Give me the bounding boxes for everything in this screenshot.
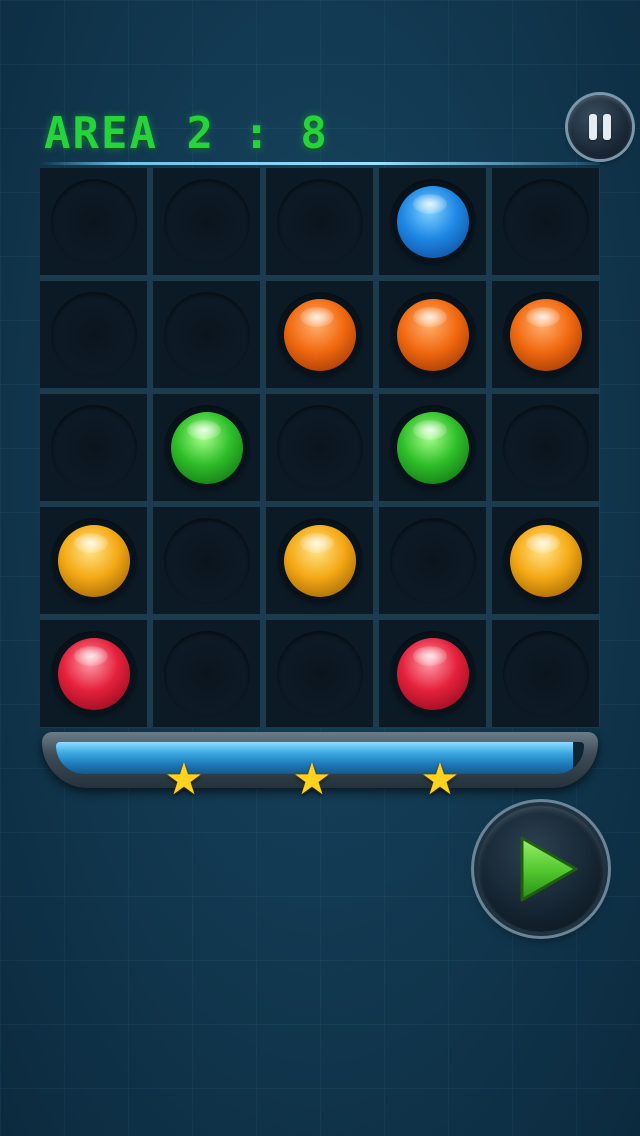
red-ball[interactable] — [57, 637, 130, 710]
orange-ball[interactable] — [396, 298, 469, 371]
empty-slot — [50, 404, 137, 491]
empty-slot — [502, 178, 589, 265]
board-cell[interactable] — [153, 507, 260, 614]
board-cell[interactable] — [379, 507, 486, 614]
green-ball[interactable] — [170, 411, 243, 484]
header-divider — [40, 162, 600, 165]
play-button[interactable] — [478, 806, 604, 932]
empty-slot — [50, 178, 137, 265]
board-cell[interactable] — [266, 507, 373, 614]
pause-icon — [589, 114, 597, 140]
orange-ball[interactable] — [509, 298, 582, 371]
empty-slot — [163, 630, 250, 717]
board-cell[interactable] — [492, 507, 599, 614]
board-cell[interactable] — [40, 281, 147, 388]
empty-slot — [502, 630, 589, 717]
empty-slot — [389, 517, 476, 604]
empty-slot — [163, 178, 250, 265]
yellow-ball[interactable] — [509, 524, 582, 597]
board-cell[interactable] — [153, 168, 260, 275]
board-cell[interactable] — [266, 168, 373, 275]
board-cell[interactable] — [153, 281, 260, 388]
board-cell[interactable] — [153, 394, 260, 501]
board-cell[interactable] — [153, 620, 260, 727]
area-level-title: AREA 2 : 8 — [44, 108, 329, 159]
empty-slot — [502, 404, 589, 491]
board-cell[interactable] — [492, 620, 599, 727]
board-cell[interactable] — [379, 281, 486, 388]
pause-icon-bar — [603, 114, 611, 140]
empty-slot — [276, 404, 363, 491]
green-ball[interactable] — [396, 411, 469, 484]
board-cell[interactable] — [40, 507, 147, 614]
game-board — [40, 168, 600, 728]
pause-button[interactable] — [568, 95, 632, 159]
empty-slot — [276, 178, 363, 265]
board-cell[interactable] — [266, 620, 373, 727]
empty-slot — [50, 291, 137, 378]
orange-ball[interactable] — [283, 298, 356, 371]
blue-ball[interactable] — [396, 185, 469, 258]
board-cell[interactable] — [40, 168, 147, 275]
board-cell[interactable] — [379, 620, 486, 727]
board-cell[interactable] — [492, 394, 599, 501]
yellow-ball[interactable] — [283, 524, 356, 597]
star-icon: ★ — [292, 754, 332, 805]
board-cell[interactable] — [266, 394, 373, 501]
board-cell[interactable] — [266, 281, 373, 388]
star-icon: ★ — [164, 754, 204, 805]
board-cell[interactable] — [492, 281, 599, 388]
star-icon: ★ — [420, 754, 460, 805]
play-icon — [520, 836, 578, 902]
board-cell[interactable] — [40, 620, 147, 727]
empty-slot — [163, 291, 250, 378]
empty-slot — [276, 630, 363, 717]
yellow-ball[interactable] — [57, 524, 130, 597]
board-cell[interactable] — [40, 394, 147, 501]
board-cell[interactable] — [492, 168, 599, 275]
board-cell[interactable] — [379, 394, 486, 501]
board-cell[interactable] — [379, 168, 486, 275]
empty-slot — [163, 517, 250, 604]
red-ball[interactable] — [396, 637, 469, 710]
